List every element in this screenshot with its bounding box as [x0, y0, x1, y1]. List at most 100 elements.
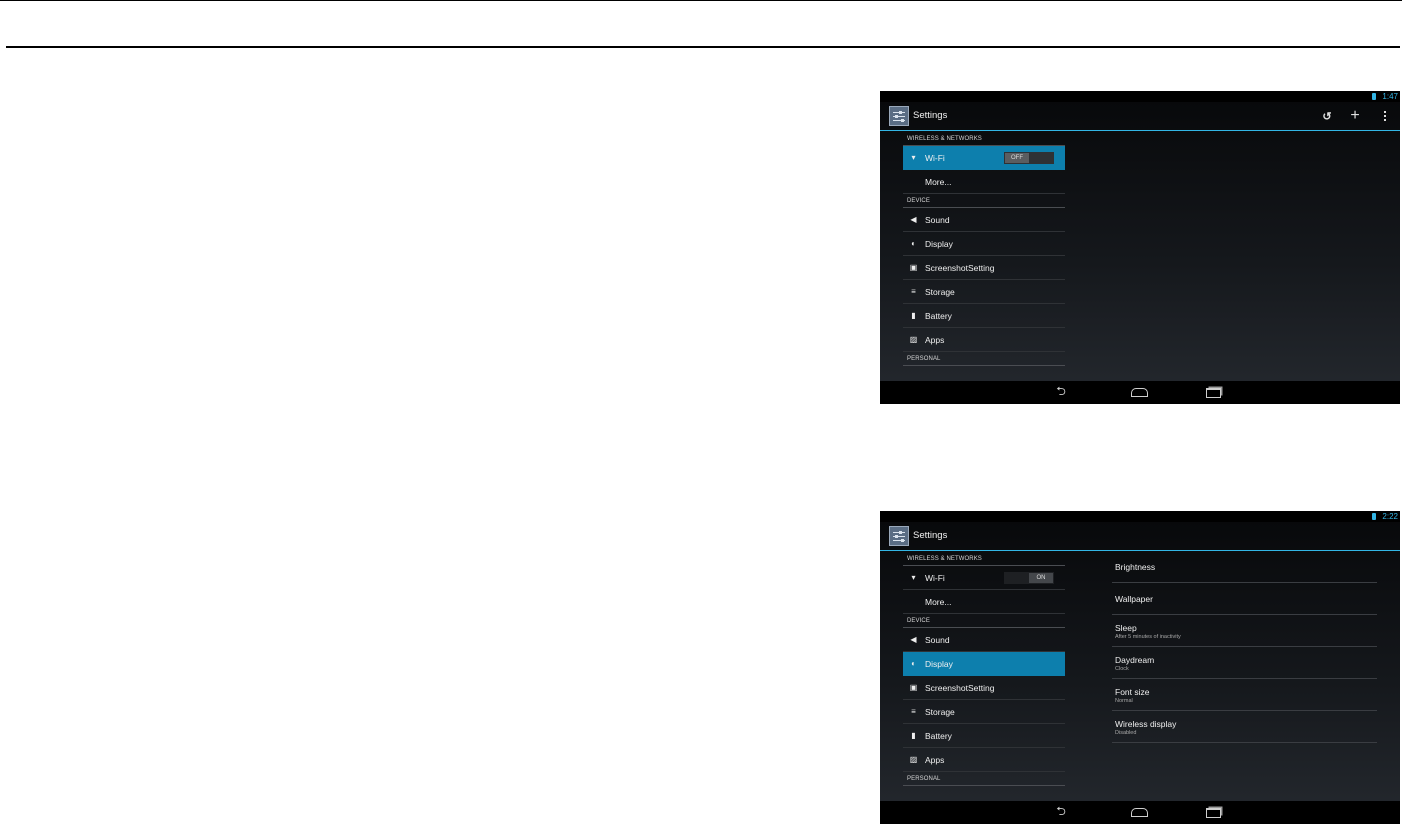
- action-bar: Settings ↺ +: [880, 102, 1400, 130]
- wifi-toggle[interactable]: ON: [1004, 572, 1054, 584]
- pref-wireless-display[interactable]: Wireless display Disabled: [1112, 711, 1377, 743]
- speaker-icon: ◀: [910, 635, 917, 644]
- section-header-personal: PERSONAL: [903, 772, 1065, 786]
- add-icon[interactable]: +: [1344, 102, 1366, 130]
- settings-list: WIRELESS & NETWORKS ▾ Wi-Fi ON More... D…: [903, 552, 1065, 786]
- recent-apps-icon[interactable]: [1198, 381, 1228, 404]
- apps-icon: ▨: [909, 335, 918, 344]
- settings-item-label: Battery: [925, 311, 952, 321]
- section-header-device: DEVICE: [903, 194, 1065, 208]
- pref-brightness[interactable]: Brightness: [1112, 551, 1377, 583]
- settings-item-apps[interactable]: ▨ Apps: [903, 748, 1065, 772]
- recent-apps-icon[interactable]: [1198, 801, 1228, 824]
- overflow-menu-icon[interactable]: [1374, 102, 1396, 130]
- settings-item-label: Storage: [925, 707, 955, 717]
- settings-item-label: ScreenshotSetting: [925, 263, 995, 273]
- pref-title: Wireless display: [1115, 719, 1177, 729]
- display-icon: ◐: [911, 659, 916, 668]
- pref-title: Daydream: [1115, 655, 1155, 665]
- home-icon[interactable]: [1124, 801, 1154, 824]
- settings-item-battery[interactable]: ▮ Battery: [903, 724, 1065, 748]
- header-rule: [6, 46, 1400, 48]
- pref-title: Brightness: [1115, 562, 1156, 572]
- settings-item-label: Apps: [925, 755, 945, 765]
- navigation-bar: ⮌: [880, 801, 1400, 824]
- pref-summary: After 5 minutes of inactivity: [1115, 634, 1181, 640]
- settings-item-screenshot[interactable]: ▣ ScreenshotSetting: [903, 676, 1065, 700]
- wifi-toggle-state: ON: [1029, 573, 1053, 583]
- settings-item-label: ScreenshotSetting: [925, 683, 995, 693]
- settings-item-wifi[interactable]: ▾ Wi-Fi OFF: [903, 146, 1065, 170]
- lock-battery-icon: ▮: [911, 311, 916, 320]
- settings-app-icon[interactable]: [889, 106, 909, 126]
- display-settings-panel: Brightness Wallpaper Sleep After 5 minut…: [1112, 551, 1377, 743]
- pref-sleep[interactable]: Sleep After 5 minutes of inactivity: [1112, 615, 1377, 647]
- pref-title: Wallpaper: [1115, 594, 1153, 604]
- pref-summary: Normal: [1115, 698, 1133, 704]
- pref-title: Font size: [1115, 687, 1150, 697]
- settings-app-icon[interactable]: [889, 526, 909, 546]
- home-icon[interactable]: [1124, 381, 1154, 404]
- settings-item-label: Apps: [925, 335, 945, 345]
- action-bar: Settings: [880, 522, 1400, 550]
- wifi-icon: ▾: [911, 573, 916, 582]
- back-icon[interactable]: ⮌: [1046, 801, 1076, 824]
- settings-item-label: Storage: [925, 287, 955, 297]
- settings-screenshot-display: 2:22 Settings WIRELESS & NETWORKS ▾ Wi-F…: [880, 511, 1400, 824]
- settings-item-screenshot[interactable]: ▣ ScreenshotSetting: [903, 256, 1065, 280]
- settings-item-more[interactable]: More...: [903, 170, 1065, 194]
- settings-item-label: Battery: [925, 731, 952, 741]
- lock-battery-icon: ▮: [911, 731, 916, 740]
- status-clock: 2:22: [1382, 512, 1398, 521]
- storage-icon: ≡: [911, 707, 916, 716]
- settings-item-label: Display: [925, 659, 953, 669]
- camera-icon: ▣: [909, 263, 918, 272]
- storage-icon: ≡: [911, 287, 916, 296]
- section-header-device: DEVICE: [903, 614, 1065, 628]
- settings-item-sound[interactable]: ◀ Sound: [903, 628, 1065, 652]
- settings-item-wifi[interactable]: ▾ Wi-Fi ON: [903, 566, 1065, 590]
- pref-summary: Clock: [1115, 666, 1129, 672]
- pref-title: Sleep: [1115, 623, 1137, 633]
- settings-item-label: More...: [925, 177, 952, 187]
- battery-icon: [1372, 513, 1376, 520]
- settings-item-storage[interactable]: ≡ Storage: [903, 700, 1065, 724]
- action-bar-divider: [880, 130, 1400, 131]
- navigation-bar: ⮌: [880, 381, 1400, 404]
- settings-item-apps[interactable]: ▨ Apps: [903, 328, 1065, 352]
- pref-font-size[interactable]: Font size Normal: [1112, 679, 1377, 711]
- settings-list: WIRELESS & NETWORKS ▾ Wi-Fi OFF More... …: [903, 132, 1065, 366]
- back-icon[interactable]: ⮌: [1046, 381, 1076, 404]
- settings-item-display[interactable]: ◐ Display: [903, 232, 1065, 256]
- settings-item-label: Sound: [925, 215, 950, 225]
- settings-item-display[interactable]: ◐ Display: [903, 652, 1065, 676]
- section-header-wireless: WIRELESS & NETWORKS: [903, 552, 1065, 566]
- settings-item-label: More...: [925, 597, 952, 607]
- pref-wallpaper[interactable]: Wallpaper: [1112, 583, 1377, 615]
- settings-screenshot-wifi: 1:47 Settings ↺ + WIRELESS & NETWORKS ▾ …: [880, 91, 1400, 404]
- section-header-personal: PERSONAL: [903, 352, 1065, 366]
- settings-item-more[interactable]: More...: [903, 590, 1065, 614]
- sync-icon[interactable]: ↺: [1316, 102, 1338, 130]
- settings-item-battery[interactable]: ▮ Battery: [903, 304, 1065, 328]
- wifi-toggle[interactable]: OFF: [1004, 152, 1054, 164]
- settings-item-label: Wi-Fi: [925, 153, 945, 163]
- settings-item-storage[interactable]: ≡ Storage: [903, 280, 1065, 304]
- action-bar-title: Settings: [913, 110, 948, 121]
- wifi-icon: ▾: [911, 153, 916, 162]
- battery-icon: [1372, 93, 1376, 100]
- pref-daydream[interactable]: Daydream Clock: [1112, 647, 1377, 679]
- status-clock: 1:47: [1382, 92, 1398, 101]
- status-bar: 2:22: [880, 511, 1400, 522]
- section-header-wireless: WIRELESS & NETWORKS: [903, 132, 1065, 146]
- settings-item-sound[interactable]: ◀ Sound: [903, 208, 1065, 232]
- display-icon: ◐: [911, 239, 916, 248]
- wifi-toggle-state: OFF: [1005, 153, 1029, 163]
- action-bar-title: Settings: [913, 530, 948, 541]
- apps-icon: ▨: [909, 755, 918, 764]
- settings-item-label: Display: [925, 239, 953, 249]
- settings-item-label: Wi-Fi: [925, 573, 945, 583]
- camera-icon: ▣: [909, 683, 918, 692]
- settings-item-label: Sound: [925, 635, 950, 645]
- pref-summary: Disabled: [1115, 730, 1137, 736]
